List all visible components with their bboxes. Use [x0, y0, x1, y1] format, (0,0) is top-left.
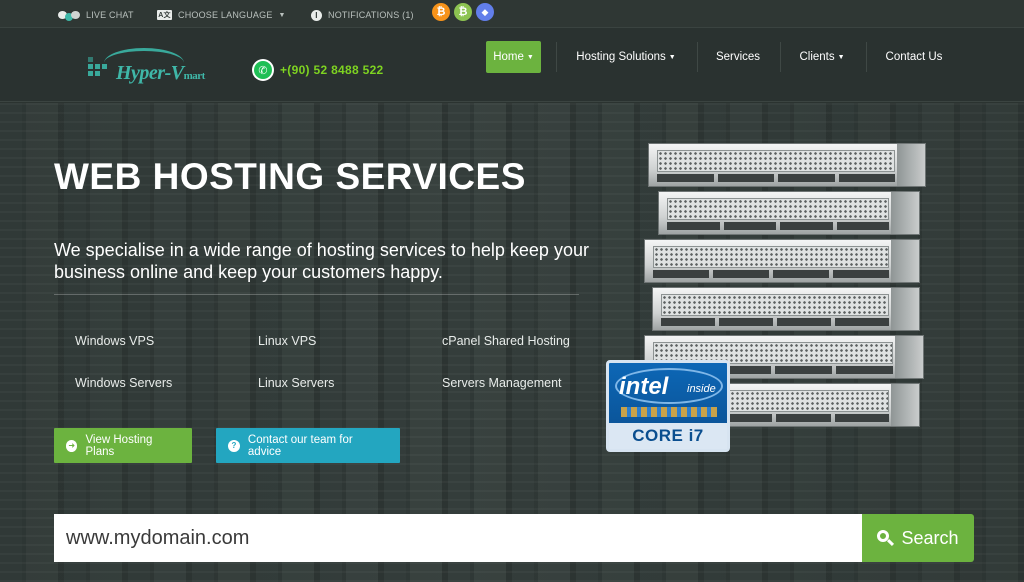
nav-divider	[780, 42, 781, 72]
notifications-label: NOTIFICATIONS (1)	[328, 10, 414, 20]
ethereum-icon[interactable]: ◆	[476, 3, 494, 21]
search-icon	[877, 530, 895, 547]
logo-text: Hyper-Vmart	[116, 62, 205, 84]
chevron-down-icon: ▼	[668, 53, 676, 61]
feature-cpanel-shared-hosting: cPanel Shared Hosting	[442, 334, 570, 348]
hero-title: WEB HOSTING SERVICES	[54, 156, 526, 197]
bitcoin-icon[interactable]: ₿	[432, 3, 450, 21]
server-unit	[644, 239, 920, 283]
view-hosting-plans-button[interactable]: ➜ View Hosting Plans	[54, 428, 192, 463]
intel-core-label: CORE i7	[609, 423, 727, 449]
nav-contact-label: Contact Us	[885, 51, 943, 63]
nav-clients[interactable]: Clients ▼	[790, 41, 854, 73]
intel-core-i7-badge: intel inside CORE i7	[606, 360, 730, 452]
bitcoin-cash-icon[interactable]: ₿	[454, 3, 472, 21]
contact-team-button[interactable]: ? Contact our team for advice	[216, 428, 400, 463]
feature-linux-vps: Linux VPS	[258, 334, 317, 348]
search-button[interactable]: Search	[862, 514, 974, 562]
feature-windows-vps: Windows VPS	[75, 334, 155, 348]
nav-divider	[697, 42, 698, 72]
info-icon: i	[311, 9, 322, 21]
server-unit	[658, 191, 920, 235]
question-icon: ?	[228, 439, 240, 452]
nav-divider	[866, 42, 867, 72]
intel-logo: intel	[619, 373, 669, 400]
chevron-down-icon: ▼	[526, 53, 534, 61]
hero-subtitle: We specialise in a wide range of hosting…	[54, 240, 589, 282]
translate-icon: A文	[157, 10, 172, 20]
chip-icon	[621, 407, 717, 417]
divider	[54, 294, 579, 295]
nav-hosting-solutions[interactable]: Hosting Solutions ▼	[566, 41, 686, 73]
live-chat-link[interactable]: LIVE CHAT	[58, 8, 134, 22]
live-chat-label: LIVE CHAT	[86, 10, 134, 20]
server-unit	[652, 287, 920, 331]
feature-windows-servers: Windows Servers	[75, 376, 173, 390]
nav-home-label: Home	[493, 51, 524, 63]
search-button-label: Search	[901, 527, 959, 548]
chevron-down-icon: ▼	[837, 53, 845, 61]
phone-number: +(90) 52 8488 522	[280, 63, 384, 77]
chat-icon	[58, 9, 80, 21]
nav-home[interactable]: Home ▼	[486, 41, 541, 73]
logo[interactable]: Hyper-Vmart	[88, 46, 238, 90]
chevron-down-icon: ▼	[278, 11, 286, 19]
nav-contact-us[interactable]: Contact Us	[876, 41, 952, 73]
phone-contact[interactable]: ✆ +(90) 52 8488 522	[252, 59, 384, 81]
language-label: CHOOSE LANGUAGE	[178, 10, 273, 20]
server-unit	[648, 143, 926, 187]
nav-clients-label: Clients	[799, 51, 835, 63]
feature-servers-management: Servers Management	[442, 376, 562, 390]
feature-linux-servers: Linux Servers	[258, 376, 335, 390]
domain-search-input[interactable]	[54, 514, 862, 562]
intel-inside-label: inside	[687, 383, 716, 395]
nav-divider	[556, 42, 557, 72]
arrow-right-icon: ➜	[66, 439, 78, 452]
view-hosting-plans-label: View Hosting Plans	[85, 433, 153, 458]
nav-services-label: Services	[715, 51, 761, 63]
nav-hosting-label: Hosting Solutions	[576, 51, 666, 63]
nav-services[interactable]: Services	[708, 41, 768, 73]
whatsapp-icon: ✆	[252, 59, 274, 81]
contact-team-label: Contact our team for advice	[247, 433, 353, 458]
hero-section: WEB HOSTING SERVICES We specialise in a …	[0, 103, 1024, 582]
language-selector[interactable]: A文 CHOOSE LANGUAGE ▼	[157, 8, 286, 22]
top-bar: LIVE CHAT A文 CHOOSE LANGUAGE ▼ i NOTIFIC…	[0, 0, 1024, 28]
notifications-link[interactable]: i NOTIFICATIONS (1)	[311, 8, 414, 22]
